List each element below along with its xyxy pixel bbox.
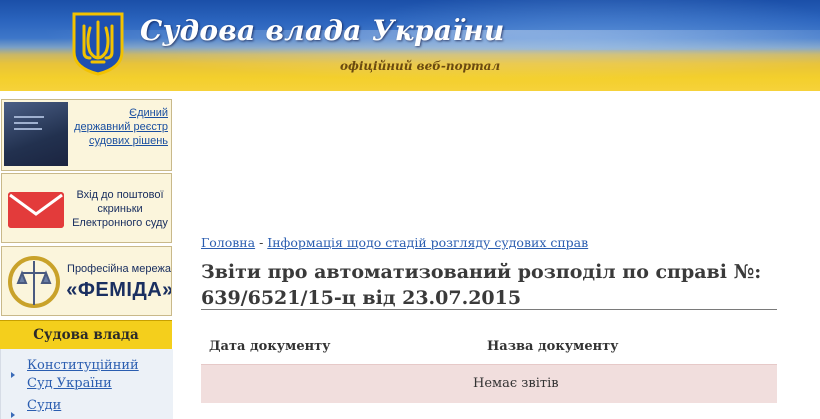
breadcrumb: Головна - Інформація щодо стадій розгляд… <box>201 235 588 250</box>
bullet-arrow-icon <box>11 372 15 378</box>
trident-emblem-icon[interactable] <box>70 12 126 76</box>
page-title: Звіти про автоматизований розподіл по сп… <box>201 261 762 309</box>
court-decisions-registry-banner[interactable]: Єдиний державний реєстр судових рішень <box>1 99 172 171</box>
column-header-name: Назва документу <box>487 339 619 354</box>
sidebar-item-label[interactable]: Конституційний Суд України <box>27 357 161 393</box>
breadcrumb-separator: - <box>255 235 268 250</box>
registry-link[interactable]: Єдиний державний реєстр судових рішень <box>70 106 168 148</box>
femida-title: «ФЕМІДА» <box>66 279 172 301</box>
site-title[interactable]: Судова влада України <box>140 14 505 47</box>
empty-message: Немає звітів <box>473 376 559 391</box>
themis-logo-icon <box>8 256 60 308</box>
reports-table-header: Дата документу Назва документу <box>201 333 777 363</box>
femida-network-banner[interactable]: Професійна мережа «ФЕМІДА» <box>1 246 172 316</box>
sidebar-section-title: Судова влада України <box>0 320 172 371</box>
title-divider <box>201 309 777 310</box>
registry-book-icon <box>4 102 68 166</box>
sidebar-nav-list: Конституційний Суд України Суди <box>0 349 173 419</box>
site-subtitle: офіційний веб-портал <box>340 59 501 73</box>
envelope-icon <box>8 192 64 228</box>
mailbox-label: Вхід до поштової скриньки Електронного с… <box>72 189 168 229</box>
site-header-banner: Судова влада України офіційний веб-порта… <box>0 0 820 91</box>
sidebar: Єдиний державний реєстр судових рішень В… <box>0 97 174 419</box>
e-court-mailbox-banner[interactable]: Вхід до поштової скриньки Електронного с… <box>1 173 172 243</box>
bullet-arrow-icon <box>11 412 15 418</box>
femida-subtitle: Професійна мережа <box>67 263 171 275</box>
sidebar-item-label[interactable]: Суди <box>27 397 161 415</box>
breadcrumb-current-link[interactable]: Інформація щодо стадій розгляду судових … <box>267 235 588 250</box>
sidebar-item-courts[interactable]: Суди <box>11 397 161 418</box>
sidebar-item-constitutional-court[interactable]: Конституційний Суд України <box>11 357 161 393</box>
column-header-date: Дата документу <box>209 339 331 354</box>
table-row-empty: Немає звітів <box>201 364 777 403</box>
breadcrumb-home-link[interactable]: Головна <box>201 235 255 250</box>
